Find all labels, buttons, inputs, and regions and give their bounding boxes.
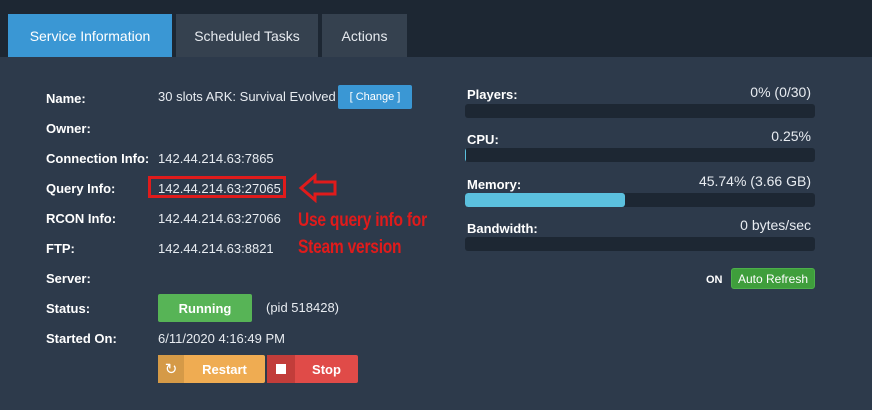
connection-label: Connection Info:: [46, 151, 150, 166]
rcon-value: 142.44.214.63:27066: [158, 211, 281, 226]
restart-label: Restart: [202, 361, 247, 377]
tab-service-information[interactable]: Service Information: [8, 14, 172, 57]
restart-button[interactable]: ↻ Restart: [158, 355, 265, 383]
memory-value: 45.74% (3.66 GB): [698, 173, 811, 189]
cpu-value: 0.25%: [771, 128, 811, 144]
left-arrow-icon: [298, 173, 337, 203]
stop-button[interactable]: Stop: [267, 355, 358, 383]
restart-icon: ↻: [158, 355, 184, 383]
name-value: 30 slots ARK: Survival Evolved: [158, 89, 336, 104]
players-value: 0% (0/30): [750, 84, 811, 100]
change-button[interactable]: [ Change ]: [338, 85, 412, 109]
name-label: Name:: [46, 91, 86, 106]
memory-bar-fill: [465, 193, 626, 207]
connection-value: 142.44.214.63:7865: [158, 151, 274, 166]
query-highlight-box: [148, 176, 286, 198]
started-value: 6/11/2020 4:16:49 PM: [158, 331, 285, 346]
bandwidth-value: 0 bytes/sec: [740, 217, 811, 233]
memory-bar: [465, 193, 815, 207]
cpu-bar: [465, 148, 815, 162]
memory-label: Memory:: [467, 177, 522, 192]
stop-icon: [267, 355, 295, 383]
started-label: Started On:: [46, 331, 117, 346]
cpu-bar-fill: [465, 148, 466, 162]
pid-text: (pid 518428): [266, 300, 339, 315]
tab-scheduled-tasks[interactable]: Scheduled Tasks: [176, 14, 318, 57]
ftp-value: 142.44.214.63:8821: [158, 241, 274, 256]
rcon-label: RCON Info:: [46, 211, 117, 226]
status-badge: Running: [158, 294, 252, 322]
query-label: Query Info:: [46, 181, 116, 196]
tab-bar: Service Information Scheduled Tasks Acti…: [0, 0, 872, 57]
bandwidth-bar: [465, 237, 815, 251]
status-label: Status:: [46, 301, 91, 316]
auto-refresh-button[interactable]: Auto Refresh: [731, 268, 815, 289]
ftp-label: FTP:: [46, 241, 75, 256]
owner-label: Owner:: [46, 121, 91, 136]
tab-actions[interactable]: Actions: [322, 14, 407, 57]
annotation-text: Use query info for Steam version: [298, 207, 437, 261]
players-bar: [465, 104, 815, 118]
auto-refresh-state: ON: [706, 274, 723, 286]
cpu-label: CPU:: [467, 132, 499, 147]
annotation-line-1: Use query info for: [298, 210, 427, 231]
stop-label: Stop: [312, 361, 341, 377]
bandwidth-label: Bandwidth:: [467, 221, 538, 236]
annotation-line-2: Steam version: [298, 237, 402, 258]
players-label: Players:: [467, 87, 518, 102]
server-label: Server:: [46, 271, 91, 286]
